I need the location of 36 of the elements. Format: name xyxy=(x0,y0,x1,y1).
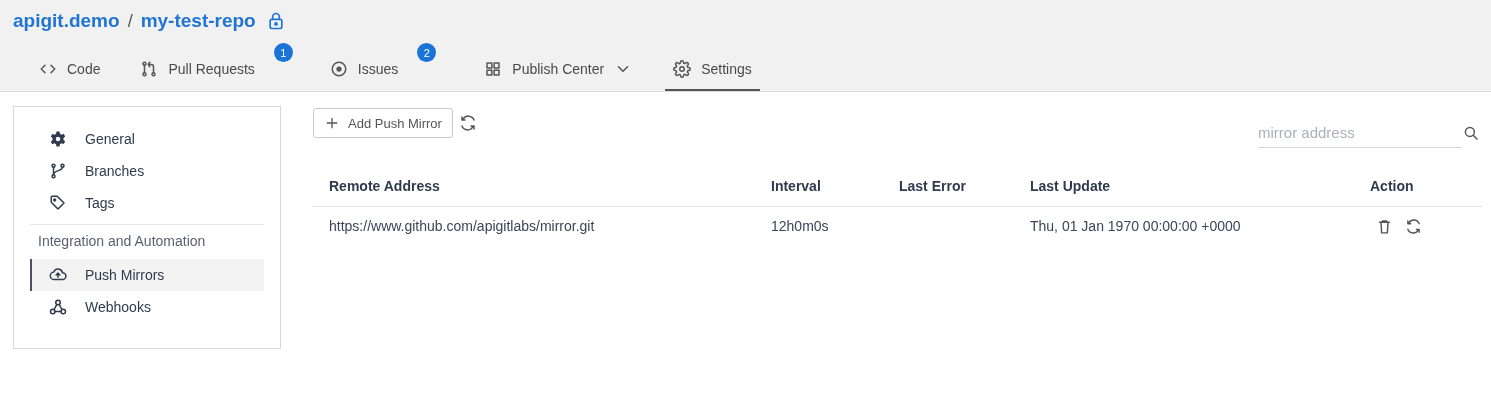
sidebar-item[interactable]: Branches xyxy=(30,155,264,187)
table-cell: 12h0m0s xyxy=(771,218,829,234)
sync-icon[interactable] xyxy=(1405,217,1422,235)
column-header: Action xyxy=(1370,178,1415,194)
count-badge: 1 xyxy=(273,43,293,62)
settings-icon xyxy=(673,60,692,78)
column-header: Interval xyxy=(771,178,822,194)
webhook-icon xyxy=(49,298,67,316)
delete-icon[interactable] xyxy=(1376,217,1393,235)
column-header: Last Error xyxy=(899,178,967,194)
breadcrumb-separator: / xyxy=(127,10,133,32)
repo-link[interactable]: my-test-repo xyxy=(140,10,256,32)
table-cell: Thu, 01 Jan 1970 00:00:00 +0000 xyxy=(1030,218,1241,234)
plus-icon xyxy=(324,115,340,131)
refresh-icon[interactable] xyxy=(458,114,477,132)
pull-request-icon xyxy=(140,60,159,78)
sidebar-item[interactable]: Tags xyxy=(30,187,264,219)
tag-icon xyxy=(49,194,67,212)
tab[interactable]: Settings xyxy=(665,49,760,91)
column-header: Last Update xyxy=(1030,178,1112,194)
issue-icon xyxy=(329,60,348,78)
gear-icon xyxy=(49,130,67,148)
section-heading: Integration and Automation xyxy=(37,232,207,251)
branch-icon xyxy=(49,162,67,180)
tab[interactable]: Publish Center xyxy=(476,49,641,91)
add-push-mirror-button[interactable]: Add Push Mirror xyxy=(313,108,453,138)
tab[interactable]: Code xyxy=(31,49,109,91)
sidebar-item[interactable]: General xyxy=(30,123,264,155)
count-badge: 2 xyxy=(417,43,437,62)
search-field[interactable]: mirror address xyxy=(1258,117,1462,148)
grid-icon xyxy=(484,60,503,78)
sidebar-item[interactable]: Push Mirrors xyxy=(30,259,264,291)
owner-link[interactable]: apigit.demo xyxy=(13,10,120,32)
sidebar-item[interactable]: Webhooks xyxy=(30,291,264,323)
column-header: Remote Address xyxy=(329,178,441,194)
table-cell: https://www.github.com/apigitlabs/mirror.git xyxy=(329,218,595,234)
